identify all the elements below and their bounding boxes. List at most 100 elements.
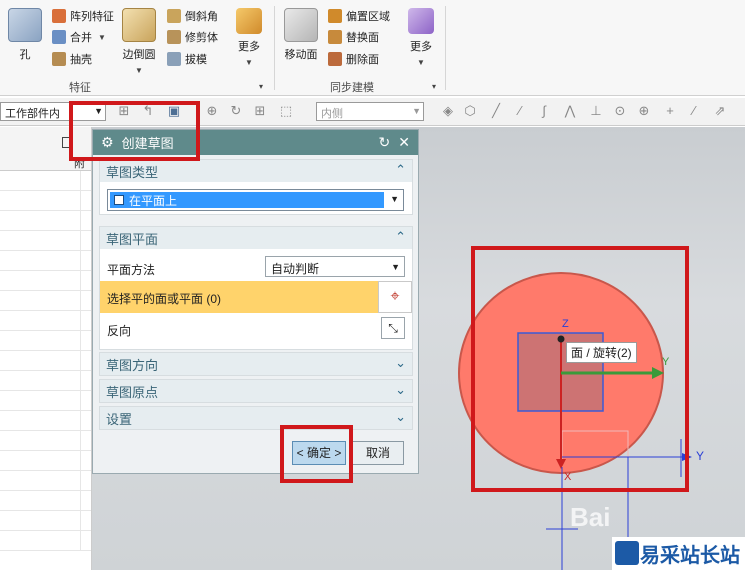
- body-icon[interactable]: ⬡: [462, 103, 478, 119]
- filter-select-value: 内侧: [321, 108, 343, 120]
- filter-select[interactable]: 内侧 ▼: [316, 102, 424, 121]
- trim-body-label: 修剪体: [185, 32, 218, 44]
- list-item[interactable]: [0, 351, 91, 371]
- list-item[interactable]: [0, 371, 91, 391]
- divider: [445, 6, 446, 90]
- edge-blend-button[interactable]: 边倒圆 ▼: [122, 8, 156, 75]
- list-item[interactable]: [0, 211, 91, 231]
- divider: [274, 6, 275, 90]
- offset-region-button[interactable]: 偏置区域: [328, 8, 390, 24]
- list-item[interactable]: [0, 531, 91, 551]
- list-item[interactable]: [0, 231, 91, 251]
- center-icon[interactable]: ⊙: [612, 103, 628, 119]
- section-header[interactable]: 草图方向 ⌄: [100, 353, 412, 375]
- chevron-down-icon: ▼: [391, 262, 400, 272]
- sketch-type-value: 在平面上: [129, 193, 178, 208]
- solid-icon[interactable]: ◈: [440, 103, 456, 119]
- section-header[interactable]: 草图类型 ⌃: [100, 160, 412, 182]
- grid-icon[interactable]: ⊞: [252, 103, 268, 119]
- shell-label: 抽壳: [70, 54, 92, 66]
- list-item[interactable]: [0, 411, 91, 431]
- chevron-down-icon: ▼: [245, 58, 253, 67]
- more-label: 更多: [410, 41, 432, 53]
- cross-icon[interactable]: +: [662, 103, 678, 119]
- close-icon[interactable]: ✕: [398, 134, 410, 151]
- site-watermark: 易采站长站: [612, 537, 745, 570]
- rect-select-icon[interactable]: ⬚: [278, 103, 294, 119]
- section-title: 设置: [106, 411, 133, 427]
- section-settings[interactable]: 设置 ⌄: [99, 406, 413, 430]
- move-face-button[interactable]: 移动面: [284, 8, 318, 62]
- section-title: 草图方向: [106, 357, 159, 373]
- unite-button[interactable]: 合并 ▼: [52, 29, 106, 45]
- site-logo-icon: [615, 541, 639, 565]
- list-item[interactable]: [0, 491, 91, 511]
- list-item[interactable]: [0, 311, 91, 331]
- section-title: 草图原点: [106, 384, 159, 400]
- chevron-down-icon: ⌄: [395, 409, 406, 424]
- list-item[interactable]: [0, 331, 91, 351]
- section-sketch-origin[interactable]: 草图原点 ⌄: [99, 379, 413, 403]
- reset-icon[interactable]: ↻: [379, 134, 391, 151]
- sketch-type-value-box: 在平面上: [110, 192, 384, 208]
- pattern-icon: [52, 9, 66, 23]
- delete-face-icon: [328, 52, 342, 66]
- list-item[interactable]: [0, 431, 91, 451]
- more-button-sync[interactable]: 更多 ▼: [408, 8, 434, 67]
- axis-label-y-blue: Y: [696, 449, 705, 463]
- offset-region-icon: [328, 9, 342, 23]
- delete-face-button[interactable]: 删除面: [328, 51, 379, 67]
- list-item[interactable]: [0, 171, 91, 191]
- list-item[interactable]: [0, 291, 91, 311]
- chevron-down-icon: ⌄: [395, 355, 406, 370]
- select-planar-face-row[interactable]: 选择平的面或平面 (0) ⌖: [100, 281, 412, 313]
- reverse-direction-icon[interactable]: ⤡: [381, 317, 405, 339]
- list-item[interactable]: [0, 191, 91, 211]
- plane-method-select[interactable]: 自动判断 ▼: [265, 256, 405, 277]
- section-header[interactable]: 草图原点 ⌄: [100, 380, 412, 402]
- shell-button[interactable]: 抽壳: [52, 51, 92, 67]
- hole-icon: [8, 8, 42, 42]
- pattern-feature-button[interactable]: 阵列特征: [52, 8, 114, 24]
- highlight-ok-button: [280, 425, 353, 483]
- selection-scope-value: 工作部件内: [5, 108, 60, 120]
- rotate-icon[interactable]: ↻: [228, 103, 244, 119]
- list-item[interactable]: [0, 511, 91, 531]
- line-icon[interactable]: ╱: [488, 103, 504, 119]
- section-sketch-orientation[interactable]: 草图方向 ⌄: [99, 352, 413, 376]
- trim-body-button[interactable]: 修剪体: [167, 29, 218, 45]
- list-item[interactable]: [0, 251, 91, 271]
- list-item[interactable]: [0, 471, 91, 491]
- chamfer-button[interactable]: 倒斜角: [167, 8, 218, 24]
- list-item[interactable]: [0, 271, 91, 291]
- replace-face-button[interactable]: 替换面: [328, 29, 379, 45]
- group-expand-icon[interactable]: ▾: [259, 82, 263, 91]
- section-header[interactable]: 设置 ⌄: [100, 407, 412, 429]
- group-expand-icon[interactable]: ▾: [432, 82, 436, 91]
- curve-icon[interactable]: ∕: [512, 103, 528, 119]
- more-icon: [408, 8, 434, 34]
- move-face-icon: [284, 8, 318, 42]
- sketch-type-select[interactable]: 在平面上 ▼: [107, 189, 404, 211]
- chevron-down-icon: ▼: [417, 58, 425, 67]
- hole-button[interactable]: 孔: [8, 8, 42, 62]
- more-snap-icon[interactable]: ⇗: [712, 103, 728, 119]
- chamfer-label: 倒斜角: [185, 11, 218, 23]
- spline-icon[interactable]: ∫: [536, 103, 552, 119]
- snap-point-icon[interactable]: ⊕: [204, 103, 220, 119]
- list-item[interactable]: [0, 391, 91, 411]
- shell-icon: [52, 52, 66, 66]
- tangent-icon[interactable]: ⁄: [686, 103, 702, 119]
- delete-face-label: 删除面: [346, 54, 379, 66]
- intersect-icon[interactable]: ⊥: [588, 103, 604, 119]
- draft-button[interactable]: 拔模: [167, 51, 207, 67]
- quadrant-icon[interactable]: ⊕: [636, 103, 652, 119]
- vertex-icon[interactable]: ⋀: [562, 103, 578, 119]
- chevron-down-icon: ⌄: [395, 382, 406, 397]
- cancel-button[interactable]: 取消: [352, 441, 404, 465]
- list-item[interactable]: [0, 451, 91, 471]
- crosshair-icon[interactable]: ⌖: [378, 281, 412, 313]
- section-header[interactable]: 草图平面 ⌃: [100, 227, 412, 249]
- more-button-features[interactable]: 更多 ▼: [236, 8, 262, 67]
- chevron-up-icon: ⌃: [395, 229, 406, 244]
